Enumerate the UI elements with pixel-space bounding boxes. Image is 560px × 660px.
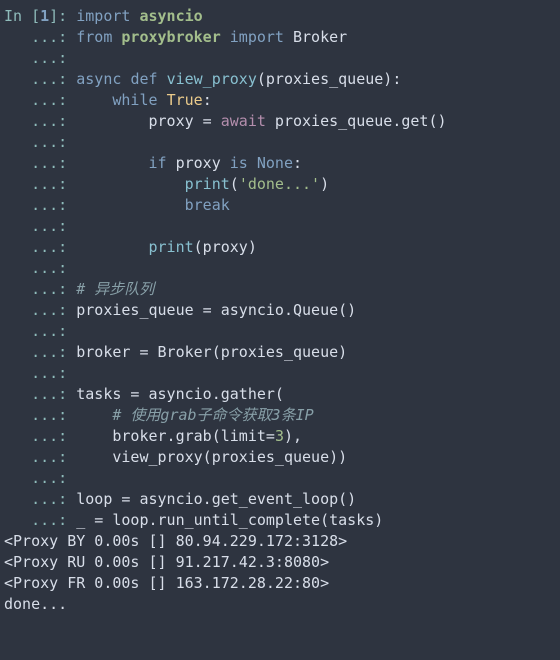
kw-from: from (76, 28, 112, 46)
kw-await: await (221, 112, 266, 130)
output-line: <Proxy BY 0.00s [] 80.94.229.172:3128> (4, 532, 347, 550)
kw-import: import (76, 7, 130, 25)
string-literal: 'done...' (239, 175, 320, 193)
const-none: None (257, 154, 293, 172)
output-line: <Proxy RU 0.00s [] 91.217.42.3:8080> (4, 553, 329, 571)
kw-break: break (185, 196, 230, 214)
code-line: tasks = asyncio.gather( (76, 385, 284, 403)
kw-while: while (112, 91, 157, 109)
module-asyncio: asyncio (139, 7, 202, 25)
class-broker: Broker (293, 28, 347, 46)
fn-print: print (185, 175, 230, 193)
output-line: <Proxy FR 0.00s [] 163.172.28.22:80> (4, 574, 329, 592)
ipython-session: In [1]: import asyncio ...: from proxybr… (0, 0, 560, 621)
code-line: broker = Broker(proxies_queue) (76, 343, 347, 361)
kw-def: def (130, 70, 157, 88)
kw-if: if (149, 154, 167, 172)
kw-async: async (76, 70, 121, 88)
code-line: view_proxy(proxies_queue)) (76, 448, 347, 466)
kw-is: is (230, 154, 248, 172)
comment: # 使用grab子命令获取3条IP (112, 406, 313, 424)
code-line: proxies_queue = asyncio.Queue() (76, 301, 356, 319)
code-line: loop = asyncio.get_event_loop() (76, 490, 356, 508)
comment: # 异步队列 (76, 280, 154, 298)
const-true: True (167, 91, 203, 109)
code-line: _ = loop.run_until_complete(tasks) (76, 511, 383, 529)
fn-print: print (149, 238, 194, 256)
module-proxybroker: proxybroker (121, 28, 220, 46)
prompt-in: In [1]: (4, 7, 76, 25)
fn-view-proxy: view_proxy (167, 70, 257, 88)
number-literal: 3 (275, 427, 284, 445)
prompt-cont: ...: (4, 28, 76, 46)
output-line: done... (4, 595, 67, 613)
